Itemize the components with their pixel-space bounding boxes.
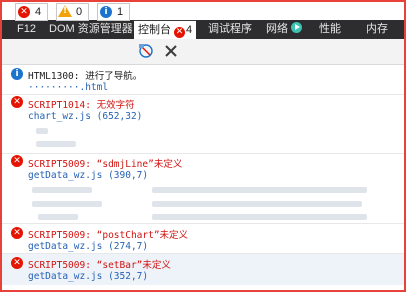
highlight-border [0,0,406,292]
